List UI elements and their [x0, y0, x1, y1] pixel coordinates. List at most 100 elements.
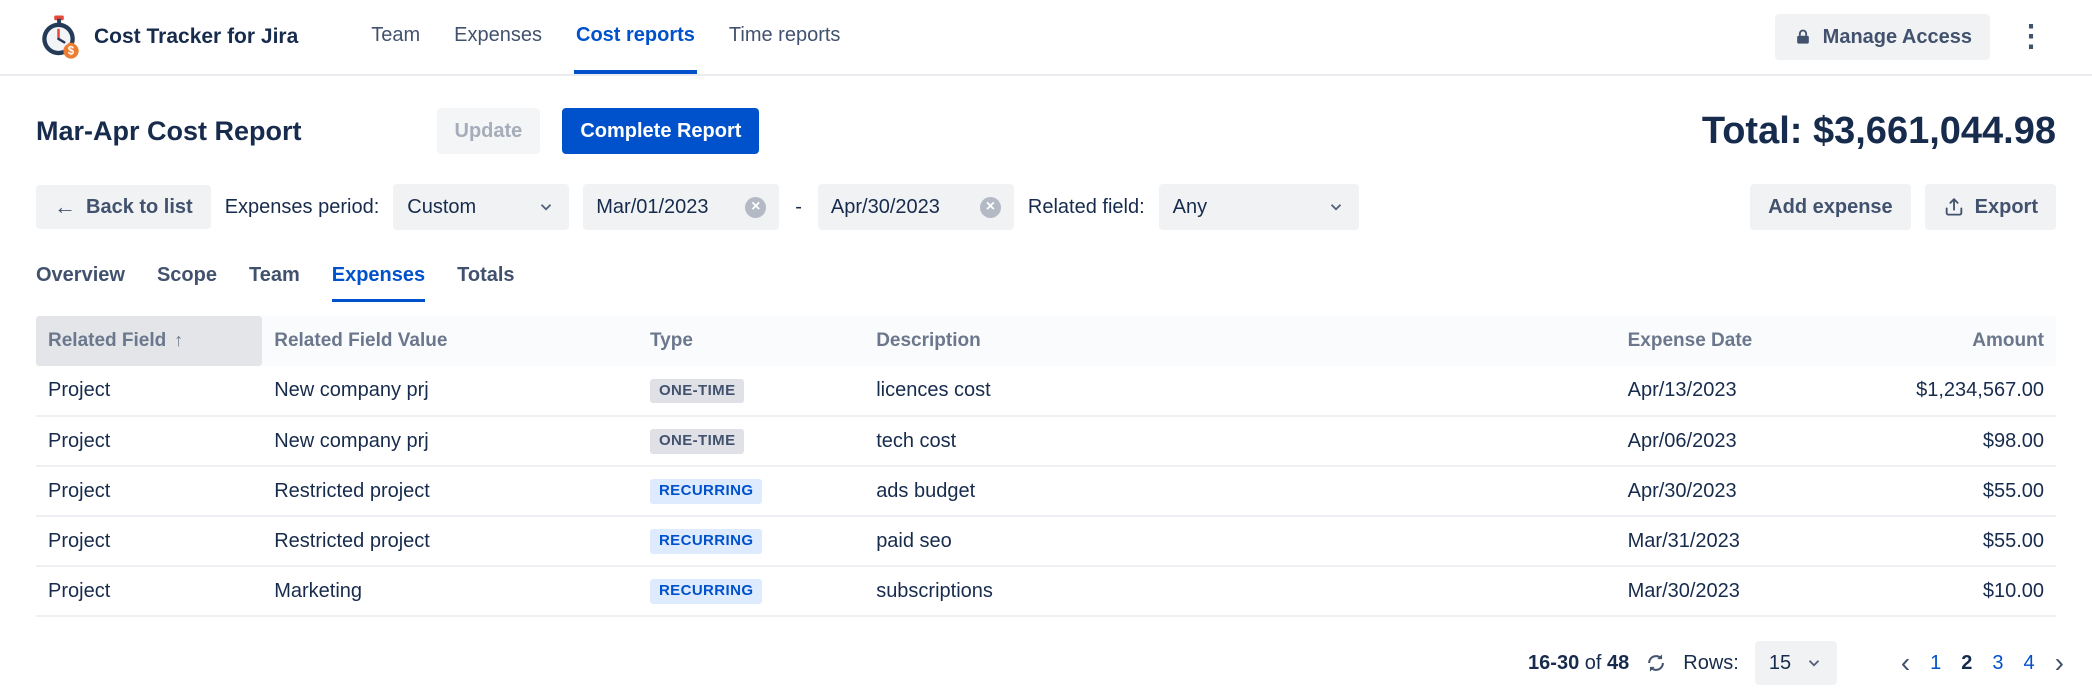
tab-scope[interactable]: Scope [157, 264, 217, 302]
date-range-separator: - [795, 196, 802, 219]
top-bar: $ Cost Tracker for Jira Team Expenses Co… [0, 0, 2092, 76]
app-title: Cost Tracker for Jira [94, 25, 298, 49]
cell-description: licences cost [864, 366, 1615, 416]
report-total: Total: $3,661,044.98 [1702, 110, 2056, 153]
tab-expenses[interactable]: Expenses [332, 264, 425, 302]
cell-related-field-value: Restricted project [262, 516, 638, 566]
pagination: ‹ 1 2 3 4 › [1901, 649, 2064, 677]
type-badge: ONE-TIME [650, 429, 745, 454]
column-header-related-field-value[interactable]: Related Field Value [262, 316, 638, 366]
report-page: Mar-Apr Cost Report Update Complete Repo… [0, 108, 2092, 685]
column-header-type[interactable]: Type [638, 316, 864, 366]
date-from-field[interactable]: Mar/01/2023 × [583, 184, 779, 230]
rows-range-value: 16-30 [1528, 652, 1579, 674]
nav-time-reports[interactable]: Time reports [727, 0, 843, 74]
nav-team[interactable]: Team [369, 0, 422, 74]
related-field-label: Related field: [1028, 196, 1145, 219]
cell-related-field: Project [36, 566, 262, 616]
date-from-value: Mar/01/2023 [596, 196, 708, 219]
page-4[interactable]: 4 [2024, 652, 2035, 675]
export-icon [1943, 196, 1965, 218]
cell-related-field: Project [36, 366, 262, 416]
cell-type: ONE-TIME [638, 416, 864, 466]
prev-page-icon[interactable]: ‹ [1901, 649, 1910, 677]
page-3[interactable]: 3 [1992, 652, 2003, 675]
column-header-amount[interactable]: Amount [1890, 316, 2056, 366]
page-1[interactable]: 1 [1930, 652, 1941, 675]
table-row: Project New company prj ONE-TIME licence… [36, 366, 2056, 416]
update-button[interactable]: Update [437, 108, 541, 154]
expenses-table: Related Field↑ Related Field Value Type … [36, 316, 2056, 617]
tab-overview[interactable]: Overview [36, 264, 125, 302]
column-header-related-field[interactable]: Related Field↑ [36, 316, 262, 366]
page-2[interactable]: 2 [1961, 652, 1972, 675]
table-row: Project Restricted project RECURRING pai… [36, 516, 2056, 566]
type-badge: ONE-TIME [650, 379, 745, 404]
complete-report-button[interactable]: Complete Report [562, 108, 759, 154]
type-badge: RECURRING [650, 529, 762, 554]
table-header-row: Related Field↑ Related Field Value Type … [36, 316, 2056, 366]
manage-access-button[interactable]: Manage Access [1775, 14, 1990, 60]
table-row: Project Restricted project RECURRING ads… [36, 466, 2056, 516]
period-select[interactable]: Custom [393, 184, 569, 230]
cell-related-field: Project [36, 466, 262, 516]
cell-amount: $55.00 [1890, 466, 2056, 516]
column-header-description[interactable]: Description [864, 316, 1615, 366]
tab-team[interactable]: Team [249, 264, 300, 302]
refresh-icon[interactable] [1645, 652, 1667, 674]
cell-related-field: Project [36, 416, 262, 466]
kebab-menu-button[interactable]: ⋮ [2006, 18, 2056, 56]
export-button[interactable]: Export [1925, 184, 2056, 230]
table-footer: 16-30 of 48 Rows: 15 ‹ [0, 641, 2092, 685]
expenses-period-label: Expenses period: [225, 196, 380, 219]
cell-amount: $1,234,567.00 [1890, 366, 2056, 416]
add-expense-button[interactable]: Add expense [1750, 184, 1910, 230]
cell-expense-date: Apr/30/2023 [1616, 466, 1891, 516]
cell-type: ONE-TIME [638, 366, 864, 416]
cell-expense-date: Mar/30/2023 [1616, 566, 1891, 616]
cell-expense-date: Mar/31/2023 [1616, 516, 1891, 566]
date-to-value: Apr/30/2023 [831, 196, 940, 219]
brand: $ Cost Tracker for Jira [36, 14, 298, 60]
cell-related-field-value: Restricted project [262, 466, 638, 516]
cell-related-field-value: New company prj [262, 416, 638, 466]
period-select-value: Custom [407, 196, 476, 219]
manage-access-label: Manage Access [1823, 26, 1972, 49]
rows-total: 48 [1607, 652, 1629, 674]
tab-totals[interactable]: Totals [457, 264, 514, 302]
column-header-expense-date[interactable]: Expense Date [1616, 316, 1891, 366]
lock-icon [1793, 27, 1813, 47]
chevron-down-icon [1327, 198, 1345, 216]
chevron-down-icon [537, 198, 555, 216]
related-field-select-value: Any [1173, 196, 1207, 219]
report-tabs: Overview Scope Team Expenses Totals [0, 264, 2092, 302]
rows-per-page-select[interactable]: 15 [1755, 641, 1837, 685]
report-title: Mar-Apr Cost Report [36, 116, 302, 147]
back-arrow-icon: ← [54, 196, 76, 218]
rows-range-group: 16-30 of 48 Rows: 15 [1528, 641, 1837, 685]
next-page-icon[interactable]: › [2055, 649, 2064, 677]
sort-ascending-icon: ↑ [174, 330, 183, 350]
top-nav: Team Expenses Cost reports Time reports [354, 0, 857, 74]
cell-amount: $98.00 [1890, 416, 2056, 466]
cell-type: RECURRING [638, 566, 864, 616]
cell-description: tech cost [864, 416, 1615, 466]
clear-date-from-icon[interactable]: × [745, 197, 766, 218]
related-field-select[interactable]: Any [1159, 184, 1359, 230]
clear-date-to-icon[interactable]: × [980, 197, 1001, 218]
table-row: Project Marketing RECURRING subscription… [36, 566, 2056, 616]
total-label: Total: [1702, 110, 1803, 152]
filter-row: ← Back to list Expenses period: Custom M… [0, 184, 2092, 230]
cell-expense-date: Apr/13/2023 [1616, 366, 1891, 416]
report-header: Mar-Apr Cost Report Update Complete Repo… [0, 108, 2092, 154]
nav-expenses[interactable]: Expenses [452, 0, 544, 74]
nav-cost-reports[interactable]: Cost reports [574, 0, 697, 74]
export-label: Export [1975, 196, 2038, 219]
rows-per-page-value: 15 [1769, 652, 1791, 675]
back-to-list-button[interactable]: ← Back to list [36, 185, 211, 229]
date-to-field[interactable]: Apr/30/2023 × [818, 184, 1014, 230]
cell-description: paid seo [864, 516, 1615, 566]
cell-description: ads budget [864, 466, 1615, 516]
cell-related-field-value: Marketing [262, 566, 638, 616]
app-logo-icon: $ [36, 14, 82, 60]
